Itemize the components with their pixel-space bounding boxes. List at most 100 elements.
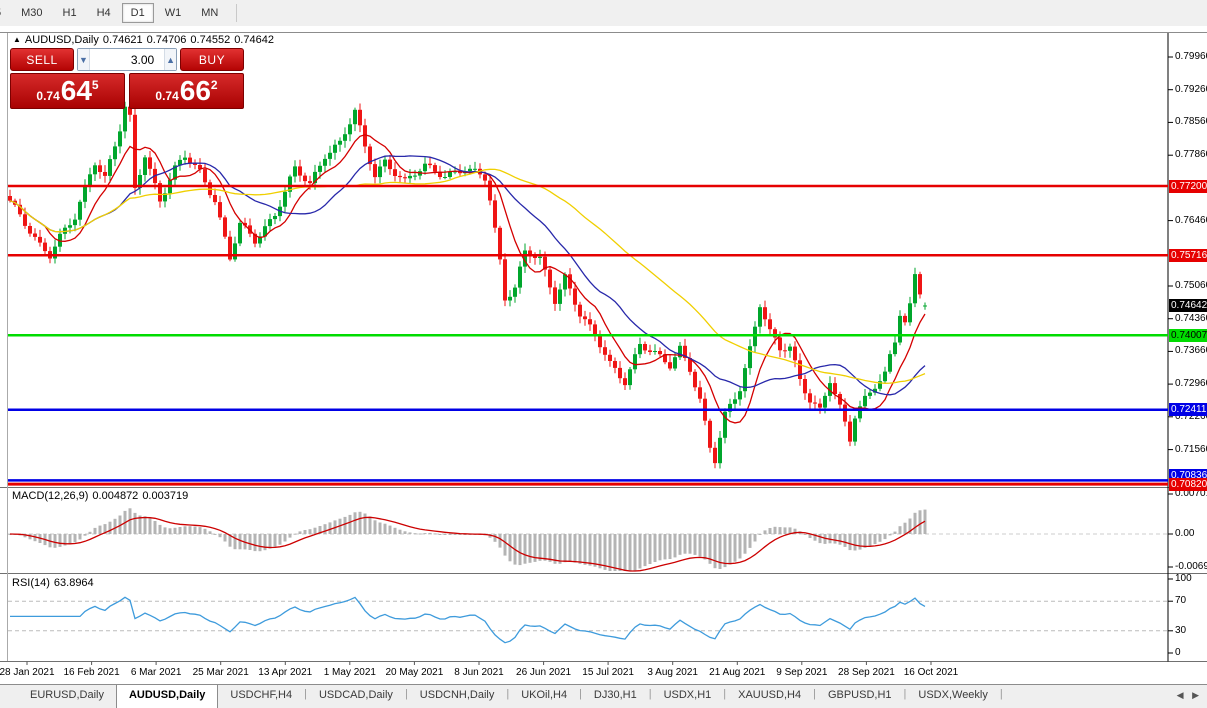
chart-tabbar: EURUSD,DailyAUDUSD,DailyUSDCHF,H4 | USDCAD… [0, 684, 1207, 708]
date-axis-label: 3 Aug 2021 [647, 667, 698, 678]
moving-average-line-20 [10, 156, 925, 395]
price-level-badge: 0.74007 [1169, 329, 1207, 342]
date-axis-label: 9 Sep 2021 [776, 667, 827, 678]
chart-tab-xauusd-h4[interactable]: XAUUSD,H4 [726, 685, 813, 708]
timeframe-button-m30[interactable]: M30 [12, 3, 51, 23]
rsi-tick-label: 70 [1175, 595, 1186, 607]
rsi-name: RSI(14) [12, 577, 50, 589]
tabs-scroll-left-icon[interactable]: ◀ [1177, 690, 1184, 700]
rsi-indicator-label: RSI(14) 63.8964 [12, 577, 98, 589]
sell-price-prefix: 0.74 [36, 89, 59, 103]
chart-collapse-icon[interactable]: ▲ [13, 35, 21, 44]
timeframe-button-w1[interactable]: W1 [156, 3, 191, 23]
timeframe-button-mn[interactable]: MN [192, 3, 227, 23]
timeframe-button-h4[interactable]: H4 [88, 3, 120, 23]
rsi-tick-label: 100 [1175, 573, 1192, 585]
chart-tab-usdcad-daily[interactable]: USDCAD,Daily [307, 685, 405, 708]
chart-tab-gbpusd-h1[interactable]: GBPUSD,H1 [816, 685, 904, 708]
date-axis-label: 28 Sep 2021 [838, 667, 895, 678]
buy-price-display[interactable]: 0.74 66 2 [129, 73, 244, 109]
price-level-badge: 0.72411 [1169, 403, 1207, 416]
moving-average-line-45 [10, 169, 925, 383]
buy-price-sup: 2 [211, 78, 218, 92]
timeframe-button-d1[interactable]: D1 [122, 3, 154, 23]
macd-value-main: 0.004872 [92, 490, 138, 502]
price-level-badge: 0.70820 [1169, 478, 1207, 491]
macd-tick-label: 0.00 [1175, 528, 1194, 540]
date-axis-label: 6 Mar 2021 [131, 667, 182, 678]
price-chart[interactable] [0, 26, 1207, 684]
buy-price-big: 66 [180, 77, 211, 105]
chart-ohlc-header: ▲ AUDUSD,Daily 0.74621 0.747060.74552 0.7464… [13, 34, 278, 46]
tab-separator: | [1000, 685, 1003, 708]
ohlc-low: 0.74552 [190, 34, 230, 46]
chart-tab-usdx-weekly[interactable]: USDX,Weekly [906, 685, 999, 708]
date-axis-label: 15 Jul 2021 [582, 667, 634, 678]
volume-stepper: ▼ ▲ [77, 48, 177, 71]
chart-tab-eurusd-daily[interactable]: EURUSD,Daily [18, 685, 116, 708]
chart-window: ▲AUDUSD,Daily0.746210.747060.745520.7464… [0, 26, 1207, 684]
price-tick-label: 0.79260 [1175, 84, 1207, 96]
volume-decrease-button[interactable]: ▼ [78, 49, 90, 70]
rsi-tick-label: 0 [1175, 647, 1181, 659]
buy-button[interactable]: BUY [180, 48, 244, 71]
one-click-trade-panel: SELL ▼ ▲ BUY 0.74 64 5 0.74 66 2 [10, 48, 244, 109]
volume-input[interactable] [90, 49, 164, 70]
price-tick-label: 0.71560 [1175, 444, 1207, 456]
mt4-window: 5M30H1H4D1W1MN ▲AUDUSD,Daily0.746210.747… [0, 0, 1207, 708]
price-tick-label: 0.75060 [1175, 280, 1207, 292]
date-axis-label: 8 Jun 2021 [454, 667, 504, 678]
chart-tab-dj30-h1[interactable]: DJ30,H1 [582, 685, 649, 708]
sell-price-big: 64 [61, 77, 92, 105]
macd-indicator-label: MACD(12,26,9) 0.004872 0.003719 [12, 490, 192, 502]
chart-tabs: EURUSD,DailyAUDUSD,DailyUSDCHF,H4 | USDCAD… [18, 685, 1003, 708]
chart-tab-audusd-daily[interactable]: AUDUSD,Daily [116, 685, 218, 708]
timeframe-buttons: 5M30H1H4D1W1MN [0, 0, 228, 26]
date-axis-label: 20 May 2021 [385, 667, 443, 678]
macd-tick-label: -0.00692 [1175, 561, 1207, 573]
price-tick-label: 0.74360 [1175, 313, 1207, 325]
date-axis-label: 28 Jan 2021 [0, 667, 55, 678]
ohlc-high: 0.74706 [147, 34, 187, 46]
date-axis-label: 26 Jun 2021 [516, 667, 571, 678]
price-tick-label: 0.78560 [1175, 116, 1207, 128]
price-tick-label: 0.79960 [1175, 51, 1207, 63]
macd-name: MACD(12,26,9) [12, 490, 88, 502]
price-tick-label: 0.76460 [1175, 215, 1207, 227]
macd-signal-line [10, 517, 925, 571]
date-axis-label: 21 Aug 2021 [709, 667, 765, 678]
sell-price-sup: 5 [92, 78, 99, 92]
price-tick-label: 0.72960 [1175, 378, 1207, 390]
sell-button[interactable]: SELL [10, 48, 74, 71]
date-axis-label: 13 Apr 2021 [258, 667, 312, 678]
rsi-tick-label: 30 [1175, 625, 1186, 637]
price-level-badge: 0.75716 [1169, 249, 1207, 262]
date-axis-label: 16 Oct 2021 [904, 667, 958, 678]
timeframe-button-5[interactable]: 5 [0, 3, 10, 23]
moving-average-line-8 [10, 135, 925, 423]
volume-increase-button[interactable]: ▲ [164, 49, 176, 70]
price-tick-label: 0.77860 [1175, 149, 1207, 161]
price-tick-label: 0.73660 [1175, 345, 1207, 357]
date-axis-label: 16 Feb 2021 [63, 667, 119, 678]
chart-tab-usdcnh-daily[interactable]: USDCNH,Daily [408, 685, 507, 708]
chart-tab-ukoil-h4[interactable]: UKOil,H4 [509, 685, 579, 708]
toolbar-separator [236, 4, 237, 22]
rsi-value: 63.8964 [54, 577, 94, 589]
rsi-line [10, 597, 925, 642]
tab-scroll-controls: ◀ ▶ [1171, 690, 1199, 701]
buy-price-prefix: 0.74 [155, 89, 178, 103]
date-axis-label: 1 May 2021 [324, 667, 376, 678]
sell-price-display[interactable]: 0.74 64 5 [10, 73, 125, 109]
ohlc-open: 0.74621 [103, 34, 143, 46]
candles-layer [8, 102, 927, 469]
timeframe-button-h1[interactable]: H1 [54, 3, 86, 23]
chart-symbol-label: AUDUSD,Daily [25, 34, 99, 46]
price-level-badge: 0.77200 [1169, 180, 1207, 193]
tabs-scroll-right-icon[interactable]: ▶ [1192, 690, 1199, 700]
chart-tab-usdx-h1[interactable]: USDX,H1 [652, 685, 724, 708]
macd-value-signal: 0.003719 [142, 490, 188, 502]
ohlc-close: 0.74642 [234, 34, 274, 46]
timeframe-toolbar: 5M30H1H4D1W1MN [0, 0, 1207, 27]
chart-tab-usdchf-h4[interactable]: USDCHF,H4 [218, 685, 304, 708]
